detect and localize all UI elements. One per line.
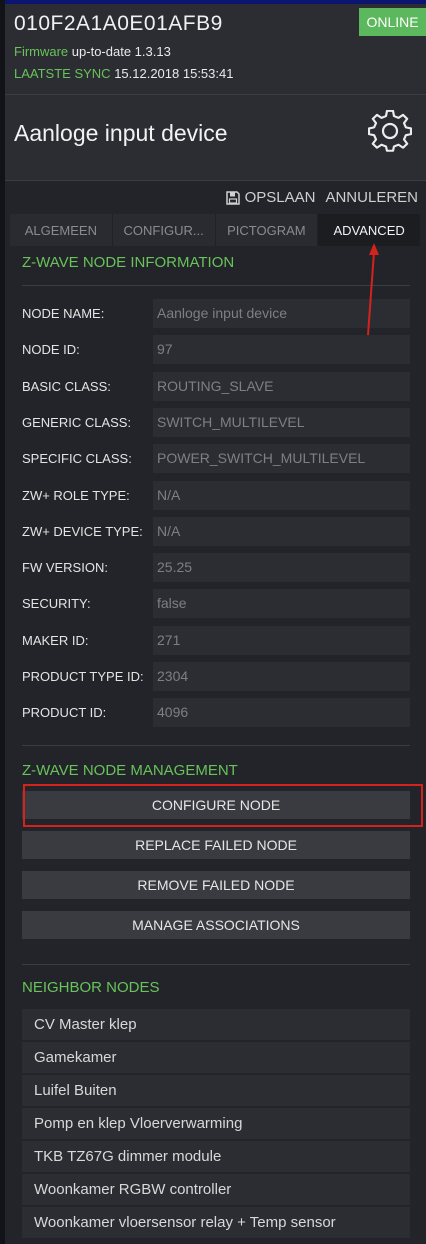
node-info-value: 4096 [153, 698, 410, 728]
neighbor-node-item[interactable]: CV Master klep [22, 1009, 410, 1040]
device-header: 010F2A1A0E01AFB9 ONLINE Firmware up-to-d… [5, 4, 426, 181]
sync-line: LAATSTE SYNC 15.12.2018 15:53:41 [14, 66, 233, 81]
node-info-value: 2304 [153, 662, 410, 691]
node-info-row: BASIC CLASS: ROUTING_SLAVE [22, 371, 410, 401]
node-info-row: PRODUCT ID: 4096 [22, 698, 410, 728]
tab-pictogram[interactable]: PICTOGRAM [216, 214, 319, 246]
node-info-label: NODE NAME: [22, 306, 105, 321]
node-info-row: GENERIC CLASS: SWITCH_MULTILEVEL [22, 407, 410, 437]
device-panel: OPSLAAN ANNULEREN ALGEMEEN CONFIGUR... P… [5, 181, 426, 1244]
neighbor-node-item[interactable]: Pomp en klep Vloerverwarming [22, 1108, 410, 1139]
node-info-label: FW VERSION: [22, 560, 108, 576]
node-info-label: MAKER ID: [22, 632, 89, 648]
neighbors-divider [22, 964, 410, 965]
sync-label: LAATSTE SYNC [14, 66, 111, 81]
tab-general[interactable]: ALGEMEEN [10, 214, 113, 246]
node-info-row: SECURITY: false [22, 589, 410, 619]
node-info-value: ROUTING_SLAVE [153, 371, 410, 401]
node-info-value: Aanloge input device [153, 299, 410, 328]
neighbor-nodes-title: NEIGHBOR NODES [22, 979, 160, 996]
header-divider [5, 94, 426, 95]
replace-failed-node-button[interactable]: REPLACE FAILED NODE [22, 831, 410, 859]
node-info-label: NODE ID: [22, 342, 80, 358]
tab-advanced[interactable]: ADVANCED [318, 214, 420, 246]
node-info-label: SPECIFIC CLASS: [22, 451, 132, 467]
annotation-highlight-box [23, 784, 423, 827]
node-management-title: Z-WAVE NODE MANAGEMENT [22, 762, 238, 779]
node-info-row: NODE NAME: Aanloge input device [22, 299, 410, 328]
node-info-value: N/A [153, 516, 410, 546]
node-info-label: ZW+ DEVICE TYPE: [22, 523, 143, 539]
node-info-label: PRODUCT ID: [22, 705, 107, 721]
node-info-row: SPECIFIC CLASS: POWER_SWITCH_MULTILEVEL [22, 444, 410, 474]
node-info-row: MAKER ID: 271 [22, 625, 410, 655]
node-info-row: FW VERSION: 25.25 [22, 553, 410, 583]
node-info-title: Z-WAVE NODE INFORMATION [22, 254, 235, 271]
node-info-label: SECURITY: [22, 596, 91, 612]
save-label: OPSLAAN [244, 189, 316, 206]
firmware-label: Firmware [14, 44, 69, 59]
node-info-value: 97 [153, 335, 410, 365]
node-info-value: 25.25 [153, 553, 410, 583]
node-info-value: SWITCH_MULTILEVEL [153, 407, 410, 437]
node-info-label: ZW+ ROLE TYPE: [22, 487, 130, 503]
firmware-line: Firmware up-to-date 1.3.13 [14, 44, 171, 59]
floppy-disk-icon [225, 190, 240, 205]
neighbor-node-item[interactable]: Gamekamer [22, 1042, 410, 1073]
device-name: Aanloge input device [14, 120, 228, 146]
save-button[interactable]: OPSLAAN [225, 189, 316, 206]
neighbor-node-item[interactable]: Woonkamer RGBW controller [22, 1174, 410, 1205]
manage-associations-button[interactable]: MANAGE ASSOCIATIONS [22, 911, 410, 939]
status-badge: ONLINE [359, 8, 426, 36]
management-divider [22, 745, 410, 746]
node-info-value: POWER_SWITCH_MULTILEVEL [153, 444, 410, 474]
node-info-row: PRODUCT TYPE ID: 2304 [22, 662, 410, 691]
node-info-row: ZW+ ROLE TYPE: N/A [22, 480, 410, 510]
gear-icon[interactable] [368, 110, 412, 154]
node-info-divider [22, 285, 410, 286]
remove-failed-node-button[interactable]: REMOVE FAILED NODE [22, 871, 410, 899]
sync-value: 15.12.2018 15:53:41 [114, 66, 234, 81]
node-info-label: BASIC CLASS: [22, 378, 111, 394]
tab-bar: ALGEMEEN CONFIGUR... PICTOGRAM ADVANCED [10, 214, 420, 246]
neighbor-node-item[interactable]: TKB TZ67G dimmer module [22, 1141, 410, 1172]
tab-configuration[interactable]: CONFIGUR... [113, 214, 216, 246]
node-info-value: N/A [153, 480, 410, 510]
cancel-button[interactable]: ANNULEREN [325, 189, 418, 206]
neighbor-node-item[interactable]: Luifel Buiten [22, 1075, 410, 1106]
node-info-value: 271 [153, 625, 410, 655]
action-bar: OPSLAAN ANNULEREN [225, 189, 418, 206]
node-info-row: NODE ID: 97 [22, 335, 410, 365]
device-id: 010F2A1A0E01AFB9 [14, 12, 223, 35]
node-info-row: ZW+ DEVICE TYPE: N/A [22, 516, 410, 546]
node-info-value: false [153, 589, 410, 619]
node-info-label: GENERIC CLASS: [22, 414, 132, 430]
firmware-value: up-to-date 1.3.13 [71, 44, 171, 59]
neighbor-node-item[interactable]: Woonkamer vloersensor relay + Temp senso… [22, 1207, 410, 1238]
node-info-label: PRODUCT TYPE ID: [22, 669, 144, 684]
